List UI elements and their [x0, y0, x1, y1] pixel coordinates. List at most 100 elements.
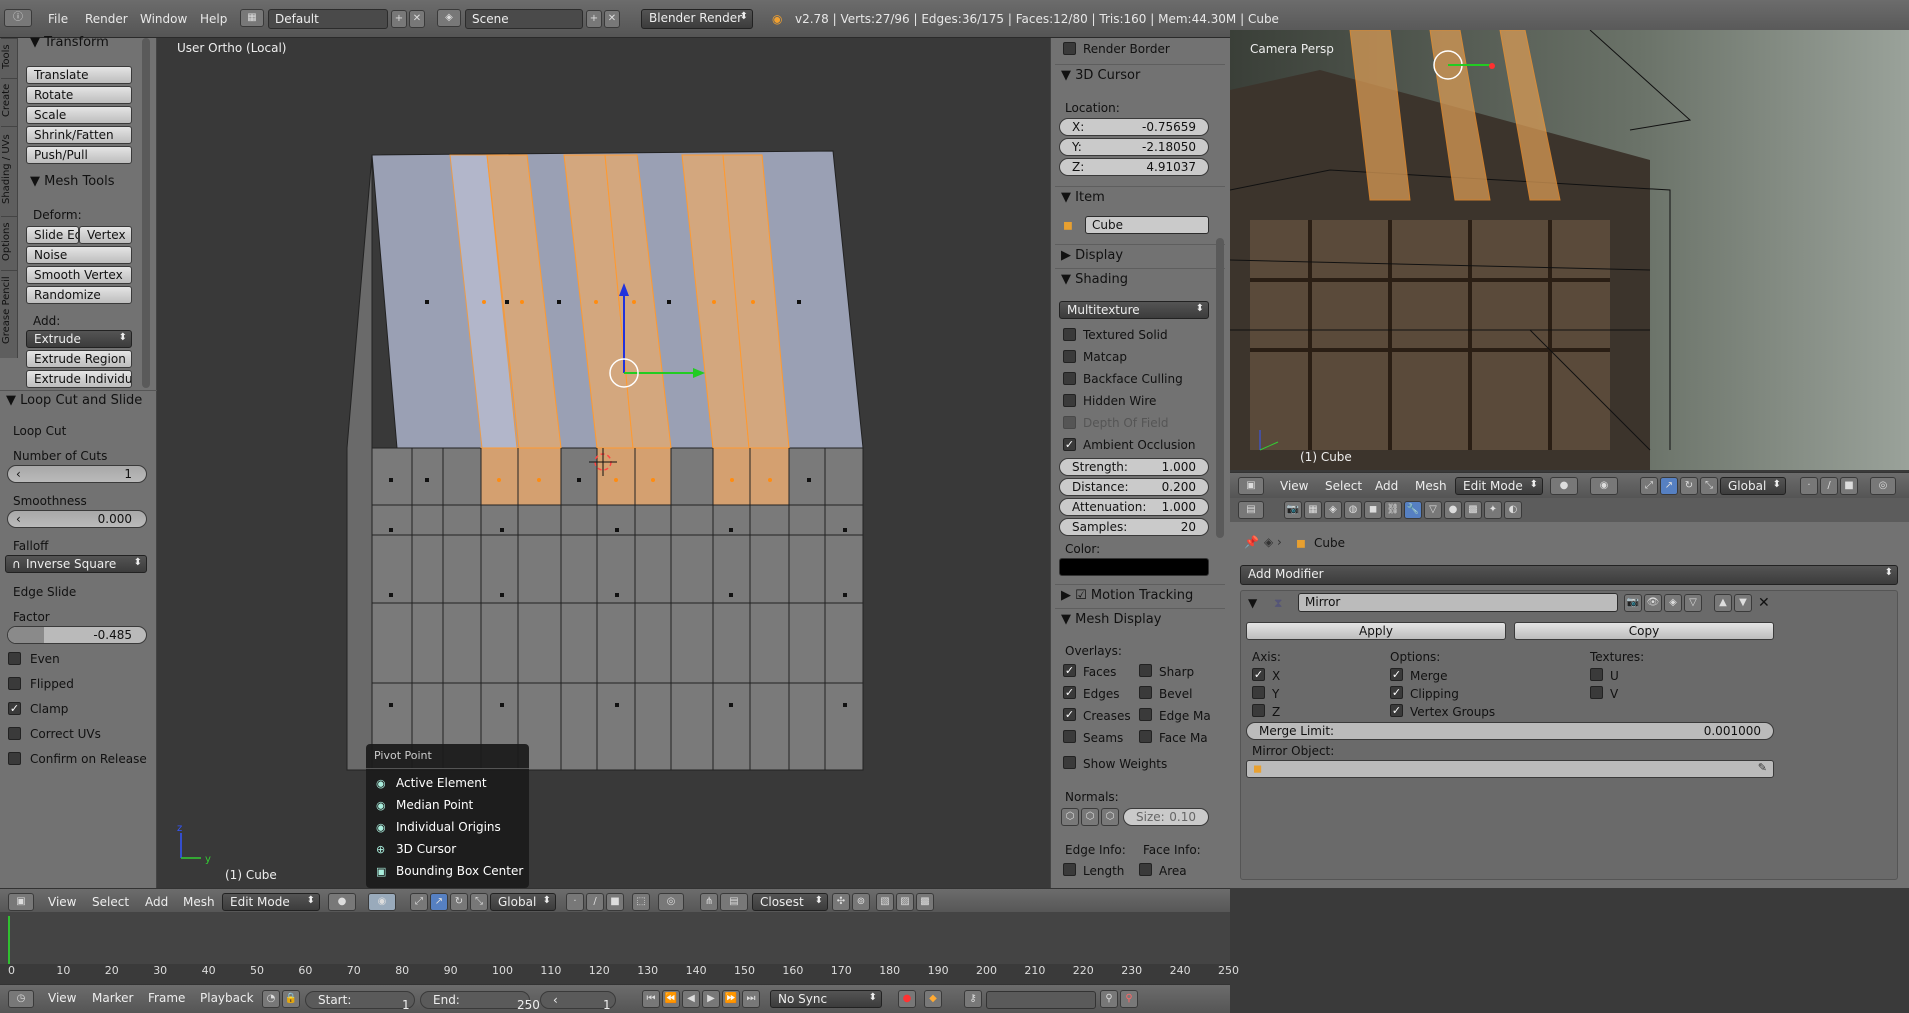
keying-set-icon[interactable]: ◆ [924, 990, 942, 1008]
snap-toggle-icon[interactable]: ⋔ [700, 893, 718, 911]
sharp-checkbox[interactable] [1139, 664, 1152, 677]
edge-select-icon[interactable]: / [586, 893, 604, 911]
material-context-icon[interactable]: ● [1444, 501, 1462, 519]
jump-keyframe-forward-icon[interactable]: ⏩ [722, 990, 740, 1008]
backface-culling-checkbox[interactable] [1063, 372, 1076, 385]
constraints-icon[interactable]: ⛓ [1384, 501, 1402, 519]
correct-uvs-checkbox[interactable] [8, 727, 21, 740]
remove-modifier-icon[interactable]: ✕ [1758, 595, 1770, 611]
world-context-icon[interactable]: ◍ [1344, 501, 1362, 519]
axis-y-checkbox[interactable] [1252, 686, 1265, 699]
ao-distance-field[interactable]: Distance: 0.200 [1059, 478, 1209, 496]
manipulator-icon[interactable]: ⤢ [410, 893, 428, 911]
add-scene-icon[interactable]: + [586, 10, 602, 28]
normal-size-field[interactable]: Size: 0.10 [1123, 808, 1209, 826]
vertex-select-icon[interactable]: · [566, 893, 584, 911]
object-context-icon[interactable]: ◼ [1364, 501, 1382, 519]
shading-mode-dropdown[interactable]: Multitexture [1059, 301, 1209, 319]
tab-options[interactable]: Options [1, 216, 17, 266]
scene-context-icon[interactable]: ◈ [1324, 501, 1342, 519]
cam-menu-select[interactable]: Select [1325, 479, 1362, 493]
camera-translate-icon[interactable]: ↗ [1660, 477, 1678, 495]
vp-menu-add[interactable]: Add [145, 895, 168, 909]
modifier-name-field[interactable]: Mirror [1298, 593, 1618, 612]
smoothness-field[interactable]: ‹ 0.000 [7, 510, 147, 528]
occlude-geometry-icon[interactable]: ⬚ [632, 893, 650, 911]
pivot-point-icon[interactable]: ◉ [368, 893, 396, 911]
scale-button[interactable]: Scale [26, 106, 132, 124]
modifier-cage-toggle-icon[interactable]: ▽ [1684, 594, 1702, 612]
edges-checkbox[interactable]: ✓ [1063, 686, 1076, 699]
orientation-dropdown[interactable]: Global [490, 893, 556, 911]
cam-menu-add[interactable]: Add [1375, 479, 1398, 493]
dof-checkbox[interactable] [1063, 416, 1076, 429]
proportional-edit-icon[interactable]: ◎ [658, 893, 684, 911]
snap-align-icon[interactable]: ✣ [832, 893, 850, 911]
viewport-3d[interactable]: User Ortho (Local) z y (1) Cube [157, 38, 1050, 888]
area-checkbox[interactable] [1139, 863, 1152, 876]
transform-panel-title[interactable]: ▼ Transform [30, 35, 109, 50]
axis-x-checkbox[interactable]: ✓ [1252, 668, 1265, 681]
flipped-checkbox[interactable] [8, 677, 21, 690]
rotate-button[interactable]: Rotate [26, 86, 132, 104]
pin-icon[interactable]: 📌 [1244, 535, 1259, 549]
render-anim-icon[interactable]: ▨ [896, 893, 914, 911]
apply-button[interactable]: Apply [1246, 622, 1506, 640]
data-context-icon[interactable]: ▽ [1424, 501, 1442, 519]
shading-panel-title[interactable]: ▼ Shading [1055, 268, 1225, 290]
pivot-bounding-box[interactable]: Bounding Box Center [396, 864, 523, 878]
item-name-field[interactable]: Cube [1085, 216, 1209, 234]
move-modifier-down-icon[interactable]: ▼ [1734, 594, 1752, 612]
smooth-vertex-button[interactable]: Smooth Vertex [26, 266, 132, 284]
item-panel-title[interactable]: ▼ Item [1055, 186, 1225, 208]
pivot-median-point[interactable]: Median Point [396, 798, 473, 812]
faces-checkbox[interactable]: ✓ [1063, 664, 1076, 677]
menu-window[interactable]: Window [140, 12, 187, 26]
current-frame-indicator[interactable] [8, 916, 10, 964]
falloff-dropdown[interactable]: ∩ Inverse Square [5, 555, 147, 573]
record-icon[interactable]: ● [898, 990, 916, 1008]
camera-shading-icon[interactable]: ● [1550, 477, 1578, 495]
play-icon[interactable]: ▶ [702, 990, 720, 1008]
loop-normals-icon[interactable]: ⬡ [1081, 808, 1099, 826]
translate-button[interactable]: Translate [26, 66, 132, 84]
translate-manipulator-icon[interactable]: ↗ [430, 893, 448, 911]
vp-menu-view[interactable]: View [48, 895, 76, 909]
insert-key-icon[interactable]: ⚲ [1100, 990, 1118, 1008]
tl-menu-playback[interactable]: Playback [200, 991, 254, 1005]
merge-checkbox[interactable]: ✓ [1390, 668, 1403, 681]
camera-manipulator-icon[interactable]: ⤢ [1640, 477, 1658, 495]
edge-marks-checkbox[interactable] [1139, 708, 1152, 721]
texture-context-icon[interactable]: ▩ [1464, 501, 1482, 519]
render-engine-dropdown[interactable]: Blender Render [641, 9, 753, 29]
display-panel-title[interactable]: ▶ Display [1055, 244, 1225, 266]
vertex-normals-icon[interactable]: ⬡ [1061, 808, 1079, 826]
insert-keyframe-icon[interactable]: ⚷ [964, 990, 982, 1008]
rotate-manipulator-icon[interactable]: ↻ [450, 893, 468, 911]
tl-menu-marker[interactable]: Marker [92, 991, 133, 1005]
tab-create[interactable]: Create [1, 78, 17, 122]
cam-menu-view[interactable]: View [1280, 479, 1308, 493]
timeline-editor-icon[interactable]: ◷ [8, 990, 34, 1008]
screen-layout-field[interactable]: Default [268, 9, 388, 29]
collapse-modifier-icon[interactable]: ▼ [1248, 596, 1257, 610]
camera-scale-icon[interactable]: ⤡ [1700, 477, 1718, 495]
face-select-icon[interactable]: ■ [606, 893, 624, 911]
scene-field[interactable]: Scene [465, 9, 583, 29]
camera-mode-dropdown[interactable]: Edit Mode [1455, 477, 1543, 495]
length-checkbox[interactable] [1063, 863, 1076, 876]
sync-mode-dropdown[interactable]: No Sync [770, 990, 882, 1008]
start-frame-field[interactable]: Start: 1 [305, 991, 415, 1012]
cam-menu-mesh[interactable]: Mesh [1415, 479, 1447, 493]
factor-slider[interactable]: -0.485 [7, 626, 147, 644]
camera-face-select-icon[interactable]: ■ [1840, 477, 1858, 495]
ao-attenuation-field[interactable]: Attenuation: 1.000 [1059, 498, 1209, 516]
play-reverse-icon[interactable]: ◀ [682, 990, 700, 1008]
mirror-object-field[interactable]: ◼ ✎ [1246, 760, 1774, 778]
opengl-render-icon[interactable]: ▩ [916, 893, 934, 911]
end-frame-field[interactable]: End: 250 [420, 991, 540, 1012]
slide-edge-button[interactable]: Slide Ed [26, 226, 79, 244]
n-panel-scrollbar[interactable] [1216, 238, 1224, 538]
tab-tools[interactable]: Tools [1, 38, 17, 74]
menu-help[interactable]: Help [200, 12, 227, 26]
